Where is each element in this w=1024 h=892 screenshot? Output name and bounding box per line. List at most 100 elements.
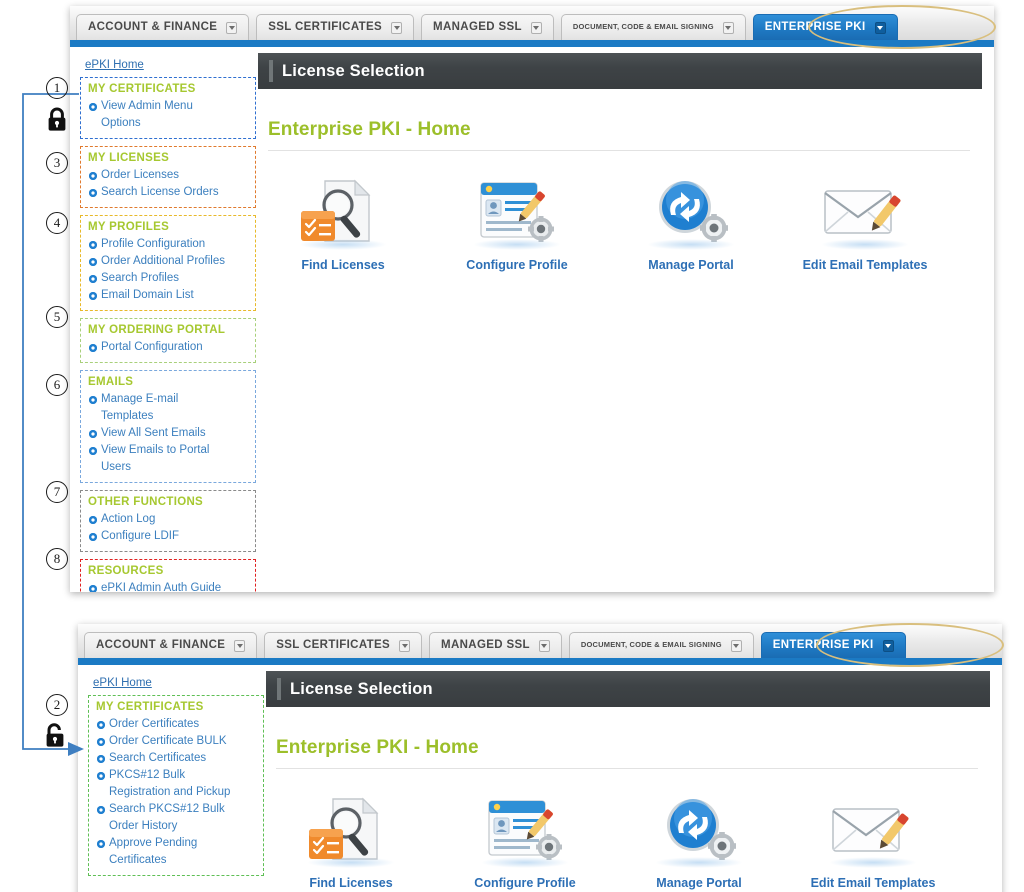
profile-card-pencil-gear-icon [477, 795, 573, 869]
menu-item-order-licenses[interactable]: Order Licenses [87, 167, 249, 184]
tab-document-code-email-signing-bottom[interactable]: DOCUMENT, CODE & EMAIL SIGNING [568, 632, 754, 658]
menu-item-action-log[interactable]: Action Log [87, 511, 249, 528]
menu-item-label: Approve Pending Certificates [109, 837, 198, 866]
tab-label: SSL CERTIFICATES [268, 21, 383, 34]
menu-item-approve-pending-certificates[interactable]: Approve Pending Certificates [95, 835, 257, 869]
tab-ssl-certificates-bottom[interactable]: SSL CERTIFICATES [264, 632, 423, 658]
tile-label: Find Licenses [301, 258, 385, 272]
tab-enterprise-pki-bottom[interactable]: ENTERPRISE PKI [760, 632, 906, 658]
menu-item-label: Search License Orders [101, 186, 219, 198]
menu-item-order-additional-profiles[interactable]: Order Additional Profiles [87, 253, 249, 270]
menu-item-label: Portal Configuration [101, 341, 203, 353]
tab-document-code-email-signing-top[interactable]: DOCUMENT, CODE & EMAIL SIGNING [560, 14, 746, 40]
menu-item-view-emails-to-portal-users[interactable]: View Emails to Portal Users [87, 442, 249, 476]
tab-label: ENTERPRISE PKI [764, 21, 866, 34]
tab-ssl-certificates-top[interactable]: SSL CERTIFICATES [256, 14, 415, 40]
section-accent-mark-bottom [277, 678, 281, 700]
chevron-down-icon[interactable] [722, 21, 734, 34]
epki-home-link[interactable]: ePKI Home [85, 59, 144, 71]
tile-edit-email-templates-top[interactable]: Edit Email Templates [803, 177, 927, 272]
blue-globe-arrow-gear-icon [643, 177, 739, 251]
title-divider [268, 150, 970, 151]
menu-item-label: Action Log [101, 513, 156, 525]
tab-managed-ssl-bottom[interactable]: MANAGED SSL [429, 632, 562, 658]
tile-manage-portal-top[interactable]: Manage Portal [632, 177, 750, 272]
tile-label: Configure Profile [474, 876, 576, 890]
tab-label: ENTERPRISE PKI [772, 639, 874, 652]
chevron-down-icon[interactable] [874, 21, 886, 34]
menu-item-configure-ldif[interactable]: Configure LDIF [87, 528, 249, 545]
menu-item-epki-admin-auth-guide[interactable]: ePKI Admin Auth Guide [87, 580, 249, 592]
tile-find-licenses-top[interactable]: Find Licenses [284, 177, 402, 272]
menu-item-search-license-orders[interactable]: Search License Orders [87, 184, 249, 201]
chevron-down-icon[interactable] [730, 639, 742, 652]
menu-item-order-certificates[interactable]: Order Certificates [95, 716, 257, 733]
menu-item-search-profiles[interactable]: Search Profiles [87, 270, 249, 287]
menu-item-portal-configuration[interactable]: Portal Configuration [87, 339, 249, 356]
menu-item-label: Configure LDIF [101, 530, 179, 542]
chevron-down-icon[interactable] [399, 639, 411, 652]
tile-label: Edit Email Templates [802, 258, 928, 272]
section-title: License Selection [282, 61, 425, 80]
menu-group-my-certificates-2: MY CERTIFICATES Order Certificates Order C… [88, 695, 264, 876]
tab-account-finance-bottom[interactable]: ACCOUNT & FINANCE [84, 632, 258, 658]
chevron-down-icon[interactable] [530, 21, 542, 34]
menu-group-title: MY PROFILES [88, 221, 170, 233]
page-title: Enterprise PKI - Home [268, 119, 471, 140]
tile-find-licenses-bottom[interactable]: Find Licenses [292, 795, 410, 890]
tile-label: Manage Portal [656, 876, 742, 890]
page-title-bottom: Enterprise PKI - Home [276, 737, 479, 758]
menu-item-view-admin-menu-options[interactable]: View Admin Menu Options [87, 98, 249, 132]
document-magnifier-checklist-icon [295, 177, 391, 251]
open-padlock-icon [46, 723, 64, 747]
tab-label: DOCUMENT, CODE & EMAIL SIGNING [580, 640, 722, 650]
menu-item-manage-e-mail-templates[interactable]: Manage E-mail Templates [87, 391, 249, 425]
menu-item-label: PKCS#12 Bulk Registration and Pickup [109, 769, 231, 798]
chevron-down-icon[interactable] [391, 21, 403, 34]
menu-item-label: View All Sent Emails [101, 427, 206, 439]
content-top: License Selection Enterprise PKI - Home … [256, 47, 994, 592]
tile-configure-profile-top[interactable]: Configure Profile [458, 177, 576, 272]
tab-label: ACCOUNT & FINANCE [88, 21, 218, 34]
profile-card-pencil-gear-icon [469, 177, 565, 251]
tile-manage-portal-bottom[interactable]: Manage Portal [640, 795, 758, 890]
bullet-icon [89, 395, 97, 404]
chevron-down-icon[interactable] [538, 639, 550, 652]
menu-item-pkcs-12-bulk-registration-and-pickup[interactable]: PKCS#12 Bulk Registration and Pickup [95, 767, 257, 801]
menu-group-title: EMAILS [88, 376, 134, 388]
menu-item-order-certificate-bulk[interactable]: Order Certificate BULK [95, 733, 257, 750]
chevron-down-icon[interactable] [234, 639, 246, 652]
title-divider-bottom [276, 768, 978, 769]
blue-accent-bar-bottom [78, 658, 1002, 665]
menu-item-search-certificates[interactable]: Search Certificates [95, 750, 257, 767]
bullet-icon [89, 188, 97, 197]
menu-item-email-domain-list[interactable]: Email Domain List [87, 287, 249, 304]
tile-label: Edit Email Templates [810, 876, 936, 890]
menu-group-title: MY CERTIFICATES [96, 701, 204, 713]
annotation-marker-7: 7 [46, 481, 68, 503]
sidebar-bottom: ePKI Home MY CERTIFICATES Order Certifica… [78, 665, 264, 892]
blue-accent-bar [70, 40, 994, 47]
menu-item-label: Order Licenses [101, 169, 179, 181]
tab-label: MANAGED SSL [441, 639, 530, 652]
tab-enterprise-pki-top[interactable]: ENTERPRISE PKI [752, 14, 898, 40]
chevron-down-icon[interactable] [226, 21, 238, 34]
shortcut-tile-row-bottom: Find Licenses Configure Profile Manage P… [292, 795, 1002, 890]
menu-group-emails-6: EMAILS Manage E-mail Templates View All Se… [80, 370, 256, 483]
menu-item-profile-configuration[interactable]: Profile Configuration [87, 236, 249, 253]
menu-item-view-all-sent-emails[interactable]: View All Sent Emails [87, 425, 249, 442]
content-bottom: License Selection Enterprise PKI - Home … [264, 665, 1002, 892]
tab-label: DOCUMENT, CODE & EMAIL SIGNING [572, 22, 714, 32]
menu-group-my-certificates-1: MY CERTIFICATES View Admin Menu Options [80, 77, 256, 139]
tile-edit-email-templates-bottom[interactable]: Edit Email Templates [811, 795, 935, 890]
epki-home-link-bottom[interactable]: ePKI Home [93, 677, 152, 689]
menu-item-search-pkcs-12-bulk-order-history[interactable]: Search PKCS#12 Bulk Order History [95, 801, 257, 835]
tile-label: Find Licenses [309, 876, 393, 890]
section-accent-mark [269, 60, 273, 82]
tab-managed-ssl-top[interactable]: MANAGED SSL [421, 14, 554, 40]
tab-account-finance-top[interactable]: ACCOUNT & FINANCE [76, 14, 250, 40]
shortcut-tile-row-top: Find Licenses Configure Profile Manage P… [284, 177, 994, 272]
tile-label: Configure Profile [466, 258, 568, 272]
chevron-down-icon[interactable] [882, 639, 894, 652]
tile-configure-profile-bottom[interactable]: Configure Profile [466, 795, 584, 890]
